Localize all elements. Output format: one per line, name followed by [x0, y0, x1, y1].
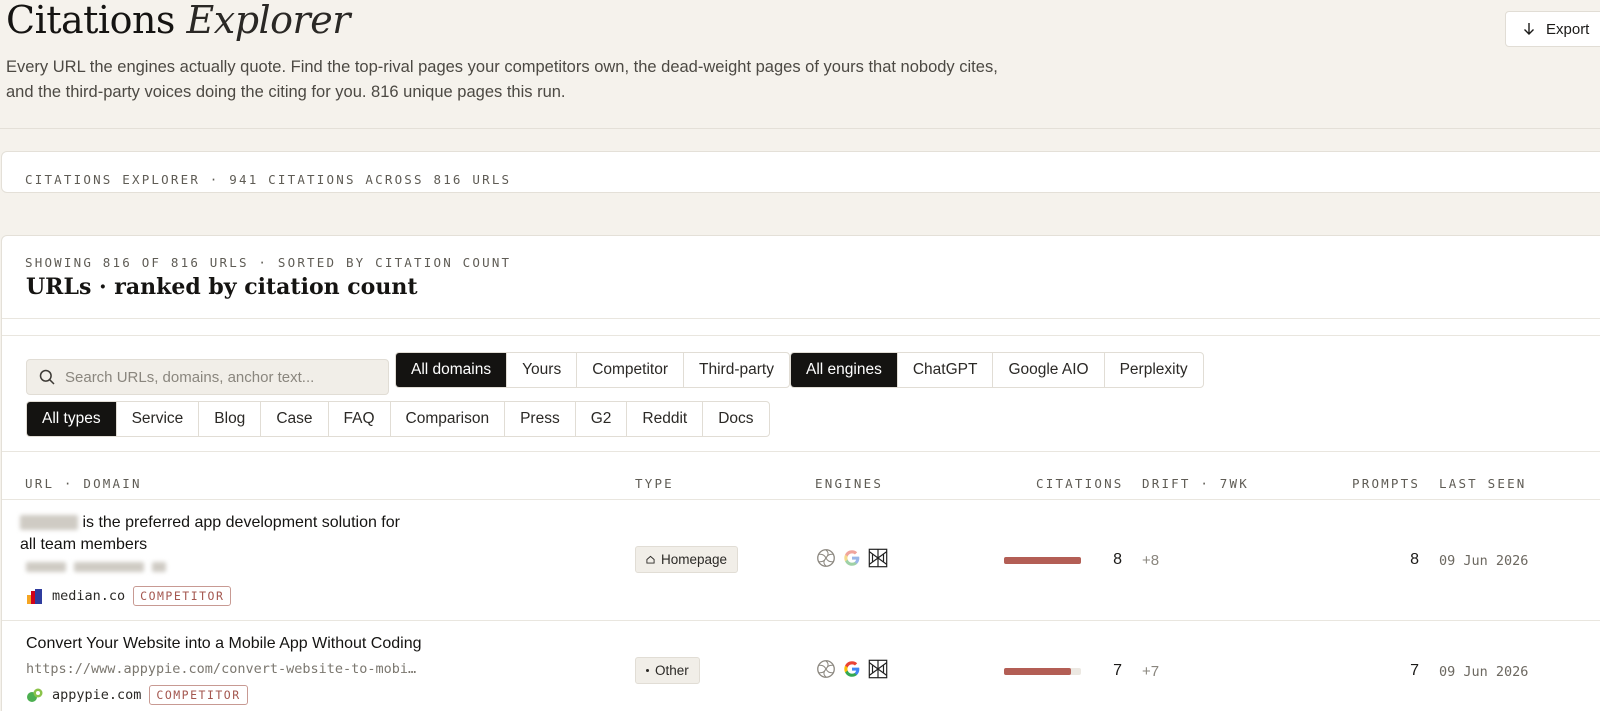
url-text[interactable]: https://www.appypie.com/convert-website-…: [26, 661, 416, 677]
divider: [2, 499, 1600, 500]
drift-value: +8: [1142, 552, 1160, 569]
page-title: Citations Explorer: [6, 0, 350, 42]
filter-all-types[interactable]: All types: [27, 402, 116, 436]
domain-filter-group: All domains Yours Competitor Third-party: [395, 352, 790, 388]
chatgpt-icon: [817, 549, 835, 567]
filter-service[interactable]: Service: [115, 402, 199, 436]
search-box[interactable]: [26, 359, 389, 395]
summary-caption: Citations Explorer · 941 citations acros…: [25, 172, 512, 187]
filter-third-party[interactable]: Third-party: [683, 353, 789, 387]
prompts-count: 7: [1410, 662, 1419, 679]
filter-all-domains[interactable]: All domains: [396, 353, 507, 387]
type-pill: Other: [635, 657, 700, 684]
filter-perplexity[interactable]: Perplexity: [1103, 353, 1203, 387]
divider: [2, 620, 1600, 621]
competitor-badge: COMPETITOR: [133, 586, 232, 606]
filter-g2[interactable]: G2: [574, 402, 627, 436]
type-pill: Homepage: [635, 546, 739, 573]
dot-icon: [646, 669, 649, 672]
url-title[interactable]: is the preferred app development solutio…: [20, 512, 420, 556]
showing-caption: Showing 816 of 816 URLs · sorted by cita…: [25, 255, 512, 270]
perplexity-icon: [868, 659, 888, 679]
filter-blog[interactable]: Blog: [198, 402, 260, 436]
filter-yours[interactable]: Yours: [506, 353, 576, 387]
filter-case[interactable]: Case: [260, 402, 327, 436]
search-input[interactable]: [65, 368, 365, 386]
citation-count: 8: [1113, 551, 1122, 568]
page-title-plain: Citations: [6, 0, 175, 42]
divider: [2, 335, 1600, 336]
urls-table-card: Showing 816 of 816 URLs · sorted by cita…: [1, 235, 1600, 711]
perplexity-icon: [868, 548, 888, 568]
google-icon: [844, 550, 860, 566]
engine-icons: [815, 547, 889, 569]
filter-faq[interactable]: FAQ: [327, 402, 390, 436]
section-title: URLs · ranked by citation count: [26, 274, 418, 300]
search-icon: [39, 369, 55, 385]
filter-reddit[interactable]: Reddit: [626, 402, 702, 436]
home-icon: [646, 555, 655, 564]
col-header-prompts[interactable]: Prompts: [1352, 476, 1420, 491]
engine-filter-group: All engines ChatGPT Google AIO Perplexit…: [790, 352, 1204, 388]
col-header-citations[interactable]: Citations: [1036, 476, 1124, 491]
divider: [2, 318, 1600, 319]
export-button[interactable]: Export: [1505, 11, 1600, 47]
domain-text[interactable]: median.co: [52, 588, 125, 604]
page-subtitle: Every URL the engines actually quote. Fi…: [6, 58, 998, 101]
filter-google-aio[interactable]: Google AIO: [992, 353, 1103, 387]
col-header-engines[interactable]: Engines: [815, 476, 883, 491]
arrow-down-icon: [1524, 23, 1534, 35]
competitor-badge: COMPETITOR: [149, 685, 248, 705]
type-filter-group: All types Service Blog Case FAQ Comparis…: [26, 401, 770, 437]
redacted-brand: [20, 515, 78, 531]
col-header-drift[interactable]: Drift · 7wk: [1142, 476, 1249, 491]
engine-icons: [815, 658, 889, 680]
filter-docs[interactable]: Docs: [702, 402, 768, 436]
domain-line: appypie.com COMPETITOR: [26, 685, 248, 705]
page-title-italic: Explorer: [186, 0, 351, 42]
google-icon: [844, 661, 860, 677]
col-header-type[interactable]: Type: [635, 476, 674, 491]
filter-press[interactable]: Press: [504, 402, 575, 436]
filter-comparison[interactable]: Comparison: [389, 402, 505, 436]
last-seen-date: 09 Jun 2026: [1439, 664, 1529, 680]
filter-chatgpt[interactable]: ChatGPT: [896, 353, 993, 387]
summary-card: Citations Explorer · 941 citations acros…: [1, 151, 1600, 193]
prompts-count: 8: [1410, 551, 1419, 568]
col-header-url[interactable]: URL · Domain: [25, 476, 142, 491]
header-divider: [0, 128, 1600, 129]
domain-text[interactable]: appypie.com: [52, 687, 141, 703]
export-label: Export: [1546, 20, 1590, 38]
domain-line: median.co COMPETITOR: [26, 586, 232, 606]
chatgpt-icon: [817, 660, 835, 678]
citation-count: 7: [1113, 662, 1122, 679]
filter-all-engines[interactable]: All engines: [791, 353, 897, 387]
drift-value: +7: [1142, 663, 1160, 680]
divider: [2, 451, 1600, 452]
appypie-favicon-icon: [27, 688, 43, 702]
last-seen-date: 09 Jun 2026: [1439, 553, 1529, 569]
url-title[interactable]: Convert Your Website into a Mobile App W…: [26, 633, 446, 655]
col-header-last-seen[interactable]: Last seen: [1439, 476, 1527, 491]
redacted-url: [26, 562, 166, 572]
filter-competitor[interactable]: Competitor: [576, 353, 683, 387]
median-favicon-icon: [27, 589, 42, 604]
